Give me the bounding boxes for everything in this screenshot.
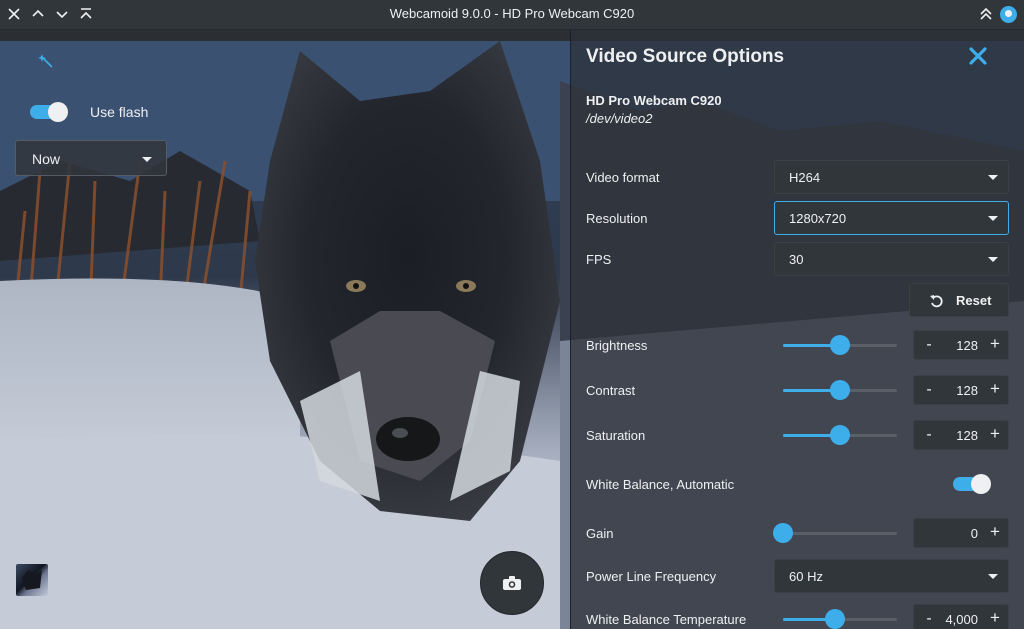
reset-icon [930,295,943,308]
contrast-label: Contrast [586,383,636,398]
gain-slider[interactable] [773,523,897,543]
video-format-value: H264 [789,170,821,185]
gain-slider-handle[interactable] [773,523,793,543]
saturation-increase-button[interactable]: + [988,424,1002,444]
timer-dropdown-value: Now [32,151,61,167]
reset-button[interactable]: Reset [909,283,1009,317]
fps-value: 30 [789,252,804,267]
use-flash-toggle[interactable] [30,102,68,122]
fps-dropdown[interactable]: 30 [774,242,1009,276]
gain-value: 0 [970,526,978,541]
gain-label: Gain [586,526,614,541]
reset-label: Reset [956,293,992,308]
white-balance-temperature-slider[interactable] [783,609,897,629]
white-balance-auto-label: White Balance, Automatic [586,477,735,492]
white-balance-temperature-value: 4,000 [945,612,978,627]
brightness-slider-handle[interactable] [830,335,850,355]
video-format-dropdown[interactable]: H264 [774,160,1009,194]
white-balance-temperature-label: White Balance Temperature [586,612,747,627]
last-photo-thumbnail[interactable] [16,564,48,596]
contrast-value: 128 [956,383,978,398]
take-photo-button[interactable] [480,551,544,615]
fps-label: FPS [586,252,612,267]
window-title: Webcamoid 9.0.0 - HD Pro Webcam C920 [389,6,635,21]
brightness-slider[interactable] [783,335,897,355]
gain-increase-button[interactable]: + [988,522,1002,542]
white-balance-temperature-increase-button[interactable]: + [988,608,1002,628]
chevron-down-icon [988,216,998,221]
chevron-down-icon [142,157,152,162]
contrast-slider-handle[interactable] [830,380,850,400]
video-source-options-panel: Video Source Options HD Pro Webcam C920 … [570,30,1024,629]
brightness-increase-button[interactable]: + [988,334,1002,354]
brightness-label: Brightness [586,338,648,353]
white-balance-auto-toggle[interactable] [953,474,991,494]
brightness-decrease-button[interactable]: - [922,336,936,354]
brightness-value: 128 [956,338,978,353]
resolution-value: 1280x720 [789,211,847,226]
resolution-dropdown[interactable]: 1280x720 [774,201,1009,235]
white-balance-temperature-slider-handle[interactable] [825,609,846,629]
panel-title: Video Source Options [586,46,785,67]
magic-wand-icon[interactable] [38,53,58,73]
contrast-spinbox[interactable]: - 128 + [913,375,1009,405]
saturation-slider-handle[interactable] [830,425,850,445]
use-flash-label: Use flash [90,104,149,120]
title-bar: Webcamoid 9.0.0 - HD Pro Webcam C920 [0,0,1024,30]
contrast-increase-button[interactable]: + [988,379,1002,399]
device-name: HD Pro Webcam C920 [586,93,722,108]
chevron-down-icon [988,175,998,180]
power-line-frequency-label: Power Line Frequency [586,569,717,584]
video-format-label: Video format [586,170,660,185]
device-path: /dev/video2 [586,111,653,126]
saturation-slider[interactable] [783,425,897,445]
chevron-down-icon [988,257,998,262]
power-line-frequency-dropdown[interactable]: 60 Hz [774,559,1009,593]
app-icon [1000,6,1017,23]
brightness-spinbox[interactable]: - 128 + [913,330,1009,360]
gain-spinbox[interactable]: 0 + [913,518,1009,548]
keep-above-right-icon[interactable] [978,6,994,22]
saturation-decrease-button[interactable]: - [922,426,936,444]
camera-icon [503,576,521,590]
contrast-slider[interactable] [783,380,897,400]
chevron-down-icon [988,574,998,579]
timer-dropdown[interactable]: Now [15,140,167,176]
power-line-frequency-value: 60 Hz [789,569,823,584]
contrast-decrease-button[interactable]: - [922,381,936,399]
saturation-label: Saturation [586,428,646,443]
saturation-value: 128 [956,428,978,443]
white-balance-temperature-decrease-button[interactable]: - [922,610,936,628]
resolution-label: Resolution [586,211,648,226]
white-balance-temperature-spinbox[interactable]: - 4,000 + [913,604,1009,629]
saturation-spinbox[interactable]: - 128 + [913,420,1009,450]
close-icon[interactable] [968,46,988,66]
